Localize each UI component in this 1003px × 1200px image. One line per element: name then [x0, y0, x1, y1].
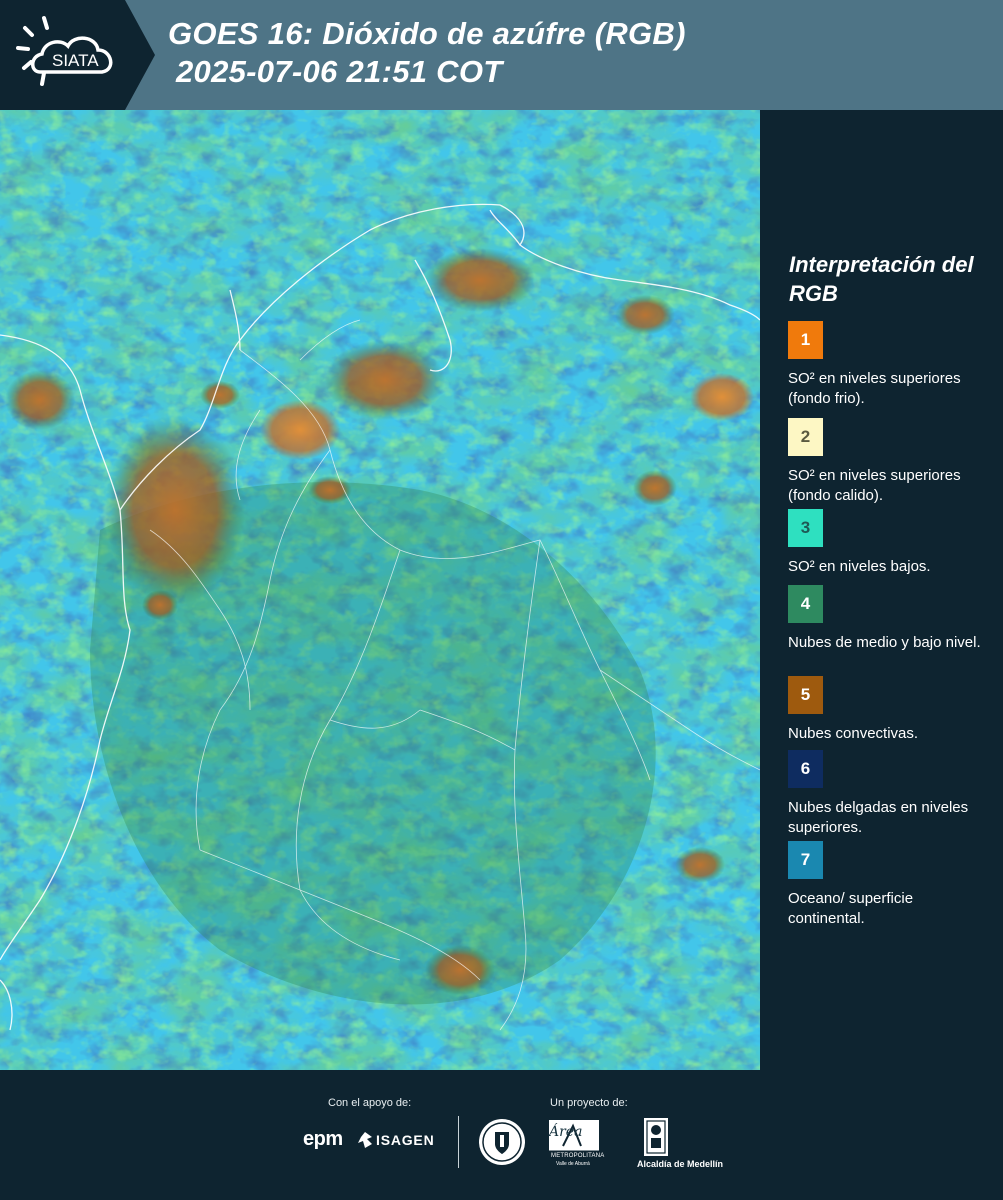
isagen-text: ISAGEN — [376, 1132, 435, 1148]
support-label: Con el apoyo de: — [328, 1097, 412, 1109]
epm-logo: epm — [303, 1128, 343, 1150]
legend-item-3: 3 SO² en niveles bajos. — [788, 509, 988, 577]
siata-logo-text: SIATA — [52, 51, 99, 70]
area-logo-subtitle: METROPOLITANA — [551, 1153, 605, 1159]
area-logo-subtitle-2: Valle de Aburrá — [556, 1161, 590, 1167]
legend-item-5: 5 Nubes convectivas. — [788, 676, 988, 744]
legend-text-7: Oceano/ superficie continental. — [788, 890, 914, 927]
legend-swatch-2: 2 — [788, 418, 823, 456]
legend-item-2: 2 SO² en niveles superiores (fondo calid… — [788, 418, 988, 506]
footer-bar: Con el apoyo de: Un proyecto de: epm ISA… — [0, 1070, 1003, 1200]
page-title: GOES 16: Dióxido de azúfre (RGB) — [168, 16, 686, 51]
medellin-seal-icon — [479, 1119, 525, 1165]
page-timestamp: 2025-07-06 21:51 COT — [176, 54, 503, 89]
medellin-text: Alcaldía de Medellín — [637, 1159, 724, 1169]
header-bar: SIATA GOES 16: Dióxido de azúfre (RGB) 2… — [0, 0, 1003, 110]
legend-text-4: Nubes de medio y bajo nivel. — [788, 634, 981, 651]
legend-panel: Interpretación del RGB 1 SO² en niveles … — [760, 110, 1003, 1070]
legend-title: Interpretación del RGB — [789, 252, 974, 306]
footer-divider — [458, 1116, 459, 1168]
legend-text-3: SO² en niveles bajos. — [788, 558, 931, 575]
project-label: Un proyecto de: — [550, 1097, 628, 1109]
isagen-icon — [358, 1132, 372, 1148]
legend-text-5: Nubes convectivas. — [788, 725, 919, 742]
legend-swatch-4: 4 — [788, 585, 823, 623]
area-logo-text: Área — [549, 1124, 583, 1140]
legend-text-6: Nubes delgadas en niveles superiores. — [788, 799, 969, 836]
legend-swatch-6: 6 — [788, 750, 823, 788]
legend-swatch-5: 5 — [788, 676, 823, 714]
legend-item-6: 6 Nubes delgadas en niveles superiores. — [788, 750, 988, 838]
legend-text-2: SO² en niveles superiores (fondo calido)… — [788, 467, 961, 504]
legend-swatch-3: 3 — [788, 509, 823, 547]
legend-item-1: 1 SO² en niveles superiores (fondo frio)… — [788, 321, 988, 409]
legend-swatch-1: 1 — [788, 321, 823, 359]
legend-text-1: SO² en niveles superiores (fondo frio). — [788, 370, 961, 407]
medellin-shield-icon — [644, 1118, 668, 1156]
legend-item-7: 7 Oceano/ superficie continental. — [788, 841, 988, 929]
legend-item-4: 4 Nubes de medio y bajo nivel. — [788, 585, 988, 653]
isagen-logo: ISAGEN — [358, 1132, 434, 1148]
legend-swatch-7: 7 — [788, 841, 823, 879]
satellite-image — [0, 110, 760, 1070]
siata-logo: SIATA — [0, 0, 155, 110]
